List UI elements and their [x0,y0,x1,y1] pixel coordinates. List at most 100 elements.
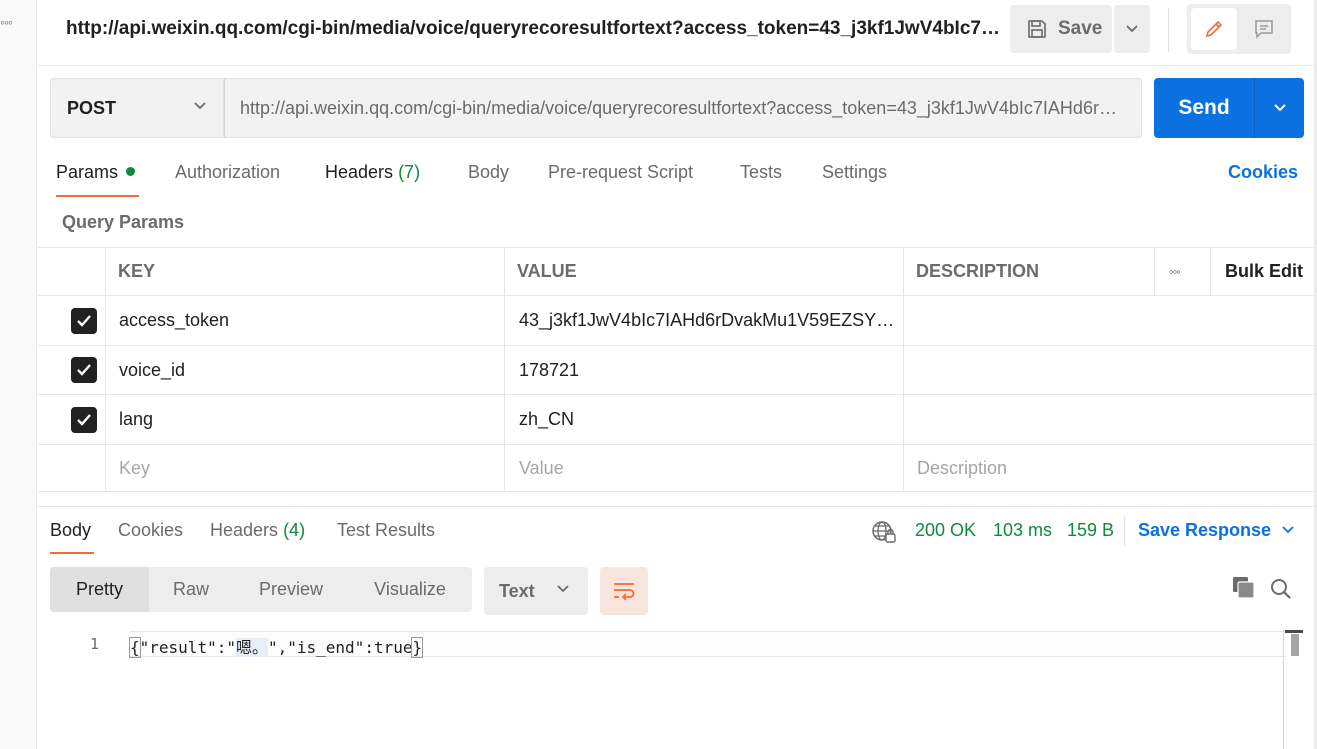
response-tab-headers[interactable]: Headers (4) [210,520,305,541]
text-wrap-icon [614,583,635,601]
checkbox-checked-icon [71,406,97,433]
active-response-tab-indicator [50,552,94,554]
bulk-edit-button[interactable]: Bulk Edit [1225,248,1303,295]
active-tab-indicator [56,195,139,197]
response-divider [38,506,1315,507]
param-value-cell[interactable]: 178721 [519,346,579,394]
response-code[interactable]: {"result":"嗯。","is_end":true} [129,634,424,658]
tab-settings[interactable]: Settings [822,162,887,183]
param-key-cell[interactable]: lang [119,395,153,444]
format-toggle-group: Pretty Raw Preview Visualize [50,567,472,612]
copy-icon[interactable] [1232,576,1256,600]
grid-line [1210,247,1211,296]
format-visualize[interactable]: Visualize [349,567,471,612]
line-number: 1 [90,635,100,653]
new-value-input[interactable]: Value [519,445,564,491]
response-tab-body[interactable]: Body [50,520,91,541]
wrap-lines-button[interactable] [600,567,648,615]
format-pretty[interactable]: Pretty [50,567,149,612]
code-selection: 嗯。 [235,638,268,657]
response-type-label: Text [499,580,535,601]
param-key-cell[interactable]: access_token [119,296,229,345]
divider [1168,8,1169,52]
table-header-row: KEY VALUE DESCRIPTION ◦◦◦ Bulk Edit [38,247,1315,296]
pencil-icon [1205,20,1223,38]
url-text: http://api.weixin.qq.com/cgi-bin/media/v… [240,97,1129,118]
chevron-down-icon [194,102,206,110]
tab-headers[interactable]: Headers (7) [325,162,420,183]
cookies-link[interactable]: Cookies [1228,162,1298,183]
divider [1124,516,1125,546]
tab-headers-label: Headers [325,162,394,182]
format-preview[interactable]: Preview [233,567,349,612]
left-rail: ◦◦◦ [0,0,37,749]
checkbox-checked-icon [71,307,97,334]
param-description-cell[interactable] [916,346,1296,394]
tab-tests[interactable]: Tests [740,162,782,183]
response-tab-test-results[interactable]: Test Results [337,520,435,541]
param-value-cell[interactable]: zh_CN [519,395,574,444]
param-description-cell[interactable] [916,395,1296,444]
scrollbar-thumb[interactable] [1291,634,1299,656]
param-value-cell[interactable]: 43_j3kf1JwV4bIc7IAHd6rDvakMu1V59EZSYxpzA… [519,296,899,345]
method-select[interactable]: POST [50,78,224,138]
response-tab-cookies[interactable]: Cookies [118,520,183,541]
column-header-description-label: DESCRIPTION [916,261,1040,281]
response-time[interactable]: 103 ms [993,520,1052,541]
value-placeholder: Value [519,457,564,478]
table-row: access_token 43_j3kf1JwV4bIc7IAHd6rDvakM… [38,296,1315,346]
checkbox-checked-icon [71,357,97,383]
row-checkbox[interactable] [71,395,97,444]
url-input[interactable]: http://api.weixin.qq.com/cgi-bin/media/v… [224,78,1142,138]
response-headers-count: (4) [283,520,306,540]
column-header-key: KEY [118,248,155,295]
column-header-key-label: KEY [118,261,156,281]
save-response-button[interactable]: Save Response [1138,520,1271,541]
response-body-editor[interactable]: 1 {"result":"嗯。","is_end":true} [38,628,1315,749]
response-size[interactable]: 159 B [1067,520,1114,541]
tab-body[interactable]: Body [468,162,509,183]
tab-prerequest-script[interactable]: Pre-request Script [548,162,693,183]
more-dots-icon: ◦◦◦ [1169,264,1180,279]
description-placeholder: Description [917,457,1008,478]
param-description-cell[interactable] [916,296,1296,345]
request-title[interactable]: http://api.weixin.qq.com/cgi-bin/media/v… [66,18,1001,40]
view-mode-toggle [1187,4,1291,54]
row-checkbox[interactable] [71,346,97,394]
edit-mode-button[interactable] [1191,8,1237,50]
method-label: POST [67,97,117,118]
send-button-group: Send [1154,78,1304,138]
new-key-input[interactable]: Key [119,445,150,491]
format-raw[interactable]: Raw [149,567,233,612]
response-type-select[interactable]: Text [484,567,588,615]
grid-line [1154,247,1155,296]
tab-params[interactable]: Params [56,162,136,183]
chevron-down-icon [557,585,569,593]
column-options-button[interactable]: ◦◦◦ [1169,248,1180,295]
response-tab-headers-label: Headers [210,520,279,540]
send-button[interactable]: Send [1154,78,1254,138]
grid-line [105,247,106,492]
new-description-input[interactable]: Description [917,445,1007,491]
bulk-edit-label: Bulk Edit [1225,261,1304,281]
save-options-button[interactable] [1114,5,1150,53]
search-icon[interactable] [1269,577,1293,601]
code-segment: ","is_end":true [267,638,413,657]
chevron-down-icon[interactable] [1281,525,1295,535]
globe-icon[interactable] [871,520,897,544]
table-row: voice_id 178721 [38,346,1315,395]
scrollbar-top-marker [1285,630,1303,633]
key-placeholder: Key [119,457,151,478]
save-button[interactable]: Save [1010,5,1112,53]
tab-params-label: Params [56,162,119,182]
status-code[interactable]: 200 OK [915,520,976,541]
grid-line [903,247,904,492]
more-dots-icon[interactable]: ◦◦◦ [0,14,13,30]
param-key-cell[interactable]: voice_id [119,346,185,394]
table-row: lang zh_CN [38,395,1315,445]
comments-button[interactable] [1241,8,1287,50]
send-options-button[interactable] [1255,78,1304,138]
chevron-down-icon [1273,104,1286,112]
row-checkbox[interactable] [71,296,97,345]
tab-authorization[interactable]: Authorization [175,162,280,183]
